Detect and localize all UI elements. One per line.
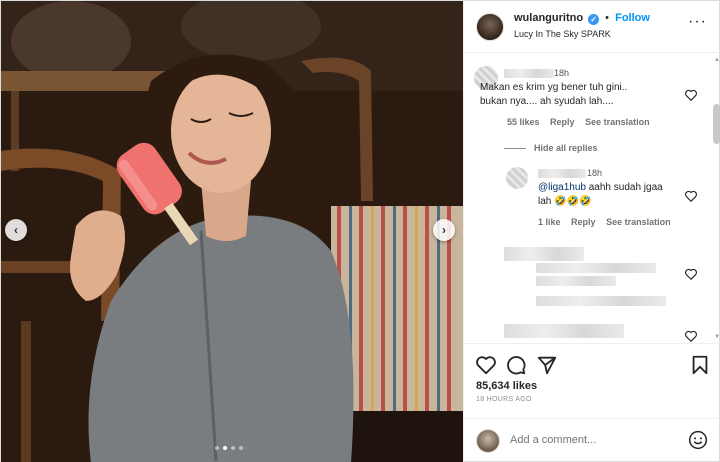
post-timestamp[interactable]: 18 HOURS AGO [476, 396, 532, 403]
post-header: wulanguritno ✓ • Follow Lucy In The Sky … [464, 1, 720, 53]
post-side-panel: wulanguritno ✓ • Follow Lucy In The Sky … [463, 1, 720, 462]
save-bookmark-icon[interactable] [689, 354, 711, 376]
reply-text: @liga1hub aahh sudah jgaa lah 🤣🤣🤣 [538, 181, 663, 209]
like-heart-icon[interactable] [475, 354, 497, 376]
more-options-icon[interactable]: ··· [688, 13, 707, 31]
reply-reply-button[interactable]: Reply [571, 217, 596, 227]
add-comment-input[interactable]: Add a comment... [510, 434, 596, 446]
share-send-icon[interactable] [536, 354, 558, 376]
carousel-dot [239, 446, 243, 450]
reply-button[interactable]: Reply [550, 117, 575, 127]
like-comment-heart-icon[interactable] [684, 267, 698, 281]
comment-text-line: bukan nya.... ah syudah lah.... [480, 96, 614, 107]
previous-slide-button[interactable]: ‹ [5, 219, 27, 241]
author-line: wulanguritno ✓ • Follow [514, 12, 650, 25]
reply-see-translation-button[interactable]: See translation [606, 217, 671, 227]
current-user-avatar [476, 429, 500, 453]
author-username[interactable]: wulanguritno [514, 12, 583, 24]
comment-text: Makan es krim yg bener tuh gini.. bukan … [480, 81, 627, 109]
scroll-up-icon[interactable]: ▲ [714, 57, 720, 63]
comment-likes[interactable]: 55 likes [507, 117, 540, 127]
blurred-comment [504, 324, 624, 338]
blurred-comment [536, 263, 656, 273]
mention-link[interactable]: @liga1hub [538, 182, 586, 193]
separator: • [605, 12, 610, 24]
reply-time: 18h [587, 168, 603, 178]
author-avatar[interactable] [476, 13, 504, 41]
comment-bubble-icon[interactable] [505, 354, 527, 376]
like-comment-heart-icon[interactable] [684, 329, 698, 343]
carousel-indicator [215, 446, 243, 450]
scroll-down-icon[interactable]: ▼ [714, 334, 720, 340]
comment-text-line: Makan es krim yg bener tuh gini.. [480, 82, 628, 93]
like-count[interactable]: 85,634 likes [476, 380, 537, 392]
comments-scrollbar[interactable] [713, 104, 720, 144]
follow-button[interactable]: Follow [615, 12, 650, 24]
commenter-name-blurred[interactable] [504, 69, 554, 78]
post-photo[interactable]: ‹ › [1, 1, 463, 462]
comments-list: 18h Makan es krim yg bener tuh gini.. bu… [464, 54, 720, 343]
carousel-dot-active [223, 446, 227, 450]
blurred-comment [536, 296, 666, 306]
carousel-dot [231, 446, 235, 450]
like-comment-heart-icon[interactable] [684, 88, 698, 102]
emoji-smile-icon[interactable] [688, 430, 708, 450]
reply-text-line: @liga1hub aahh sudah jgaa [538, 181, 663, 195]
blurred-comment [536, 276, 616, 286]
add-comment-bar: Add a comment... [464, 418, 720, 462]
photo-illustration [1, 1, 463, 462]
reply-text-body: aahh sudah jgaa [585, 182, 663, 193]
audio-label[interactable]: Lucy In The Sky SPARK [514, 29, 611, 39]
comment-meta: 55 likes Reply See translation [507, 117, 658, 127]
reply-likes[interactable]: 1 like [538, 217, 561, 227]
reply-text-line: lah 🤣🤣🤣 [538, 196, 592, 207]
carousel-dot [215, 446, 219, 450]
like-reply-heart-icon[interactable] [684, 189, 698, 203]
blurred-comment [504, 247, 584, 261]
reply-avatar-blurred[interactable] [506, 167, 528, 189]
see-translation-button[interactable]: See translation [585, 117, 650, 127]
reply-meta: 1 like Reply See translation [538, 217, 679, 227]
post-dialog: ‹ › wulanguritno ✓ • Follow Lucy In The … [0, 0, 720, 462]
post-actions: 85,634 likes 18 HOURS AGO [464, 343, 720, 418]
hide-replies-button[interactable]: Hide all replies [504, 143, 598, 153]
reply-name-blurred[interactable] [538, 169, 586, 178]
next-slide-button[interactable]: › [433, 219, 455, 241]
comment-time: 18h [554, 68, 570, 78]
verified-badge-icon: ✓ [588, 14, 600, 25]
